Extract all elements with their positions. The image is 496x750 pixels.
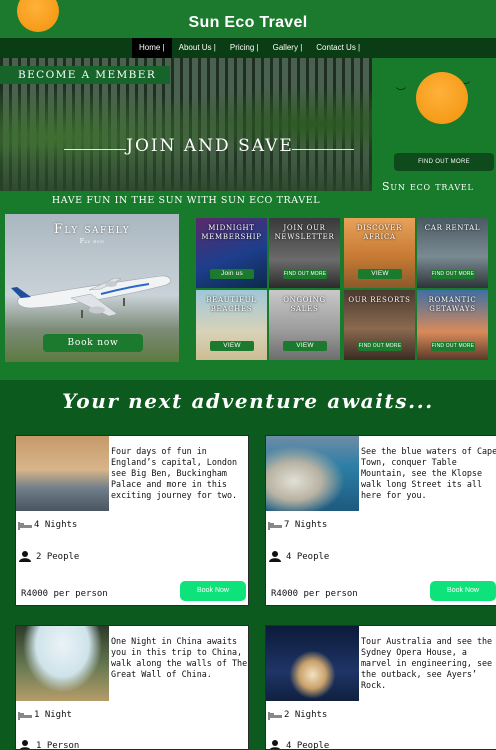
nav-gallery[interactable]: Gallery | [266, 38, 310, 58]
fly-safely-card[interactable]: Fly safely Fly eco Book now [5, 214, 179, 362]
people-text: 2 People [36, 551, 80, 562]
bed-icon [18, 522, 32, 530]
tile-title: Midnight Membership [201, 224, 262, 241]
site-header: Sun Eco Travel [0, 0, 496, 38]
join-us-button[interactable]: Join us [210, 269, 254, 279]
nights-text: 2 Nights [284, 710, 328, 720]
find-out-more-button[interactable]: FIND OUT MORE [394, 153, 494, 171]
price-text: R4000 per person [271, 589, 358, 599]
trip-card-cape-town: See the blue waters of Cape Town, conque… [265, 435, 496, 606]
bed-icon [268, 712, 282, 720]
person-icon [19, 551, 31, 562]
nav-about[interactable]: About Us | [172, 38, 223, 58]
fly-subtitle: Fly eco [79, 238, 105, 245]
tile-title: Discover Africa [356, 224, 403, 241]
nights-text: 7 Nights [284, 520, 328, 530]
people-text: 4 People [286, 740, 330, 750]
hero-banner: Become a member Join and save Have fun i… [0, 58, 496, 208]
nav-pricing[interactable]: Pricing | [223, 38, 266, 58]
adventure-heading: Your next adventure awaits... [62, 389, 434, 413]
tile-midnight-membership[interactable]: Midnight Membership Join us [196, 218, 267, 288]
hero-side-panel: ︶ ︶ FIND OUT MORE Sun eco travel [372, 58, 496, 208]
nights-info: 2 Nights [268, 710, 327, 720]
people-text: 1 Person [36, 740, 80, 750]
tile-ongoing-sales[interactable]: Ongoing sales VIEW [269, 290, 340, 360]
people-info: 4 People [268, 740, 330, 750]
trip-description: Tour Australia and see the Sydney Opera … [361, 636, 493, 690]
people-info: 1 Person [18, 740, 80, 750]
tile-title: Car Rental [424, 224, 481, 232]
person-icon [19, 740, 31, 749]
great-wall-photo [16, 626, 109, 701]
tile-discover-africa[interactable]: Discover Africa VIEW [344, 218, 415, 288]
book-now-button[interactable]: Book Now [180, 581, 246, 601]
tile-title: Beautiful beaches [206, 296, 257, 313]
nav-home[interactable]: Home | [132, 38, 172, 58]
people-info: 2 People [18, 551, 79, 562]
sydney-opera-house-photo [266, 626, 359, 701]
nights-info: 4 Nights [18, 520, 77, 530]
person-icon [269, 551, 281, 562]
nights-info: 7 Nights [268, 520, 327, 530]
nights-text: 4 Nights [34, 520, 78, 530]
tile-newsletter[interactable]: Join our newsletter FIND OUT MORE [269, 218, 340, 288]
tile-our-resorts[interactable]: Our resorts FIND OUT MORE [344, 290, 415, 360]
tile-title: Ongoing sales [283, 296, 326, 313]
fly-title: Fly safely [53, 222, 131, 237]
nights-info: 1 Night [18, 710, 72, 720]
join-save-headline: Join and save [126, 136, 294, 156]
trip-description: See the blue waters of Cape Town, conque… [361, 446, 496, 500]
nights-text: 1 Night [34, 710, 72, 720]
price-text: R4000 per person [21, 589, 108, 599]
find-out-more-button[interactable]: FIND OUT MORE [431, 342, 475, 351]
person-icon [269, 740, 281, 749]
airplane-icon [11, 275, 171, 318]
adventure-band: Your next adventure awaits... [0, 380, 496, 425]
book-now-button[interactable]: Book now [43, 334, 143, 352]
tile-title: Romantic getaways [428, 296, 477, 313]
bird-icon: ︶ [396, 88, 406, 99]
promo-section: Fly safely Fly eco Book now Midnight Mem… [0, 208, 496, 380]
become-member-badge[interactable]: Become a member [0, 66, 170, 84]
people-text: 4 People [286, 551, 330, 562]
book-now-button[interactable]: Book Now [430, 581, 496, 601]
hero-tagline: Have fun in the sun with sun eco travel [51, 195, 321, 206]
view-button[interactable]: VIEW [358, 269, 402, 279]
cape-town-photo [266, 436, 359, 511]
view-button[interactable]: VIEW [210, 341, 254, 351]
tile-title: Join our newsletter [274, 224, 335, 241]
london-photo [16, 436, 109, 511]
sun-icon [416, 72, 468, 124]
find-out-more-button[interactable]: FIND OUT MORE [358, 342, 402, 351]
find-out-more-button[interactable]: FIND OUT MORE [431, 270, 475, 279]
tile-romantic-getaways[interactable]: Romantic getaways FIND OUT MORE [417, 290, 488, 360]
nav-contact[interactable]: Contact Us | [309, 38, 367, 58]
site-title: Sun Eco Travel [188, 14, 308, 31]
find-out-more-button[interactable]: FIND OUT MORE [283, 270, 327, 279]
trip-description: Four days of fun in England’s capital, L… [111, 446, 238, 500]
trip-card-china: One Night in China awaits you in this tr… [15, 625, 249, 750]
trip-card-australia: Tour Australia and see the Sydney Opera … [265, 625, 496, 750]
view-button[interactable]: VIEW [283, 341, 327, 351]
bed-icon [268, 522, 282, 530]
tile-beautiful-beaches[interactable]: Beautiful beaches VIEW [196, 290, 267, 360]
people-info: 4 People [268, 551, 329, 562]
trip-description: One Night in China awaits you in this tr… [111, 636, 248, 679]
main-nav: Home | About Us | Pricing | Gallery | Co… [0, 38, 496, 58]
bed-icon [18, 712, 32, 720]
tile-title: Our resorts [348, 296, 411, 304]
trip-card-london: Four days of fun in England’s capital, L… [15, 435, 249, 606]
tile-car-rental[interactable]: Car Rental FIND OUT MORE [417, 218, 488, 288]
hero-side-title: Sun eco travel [382, 180, 474, 193]
